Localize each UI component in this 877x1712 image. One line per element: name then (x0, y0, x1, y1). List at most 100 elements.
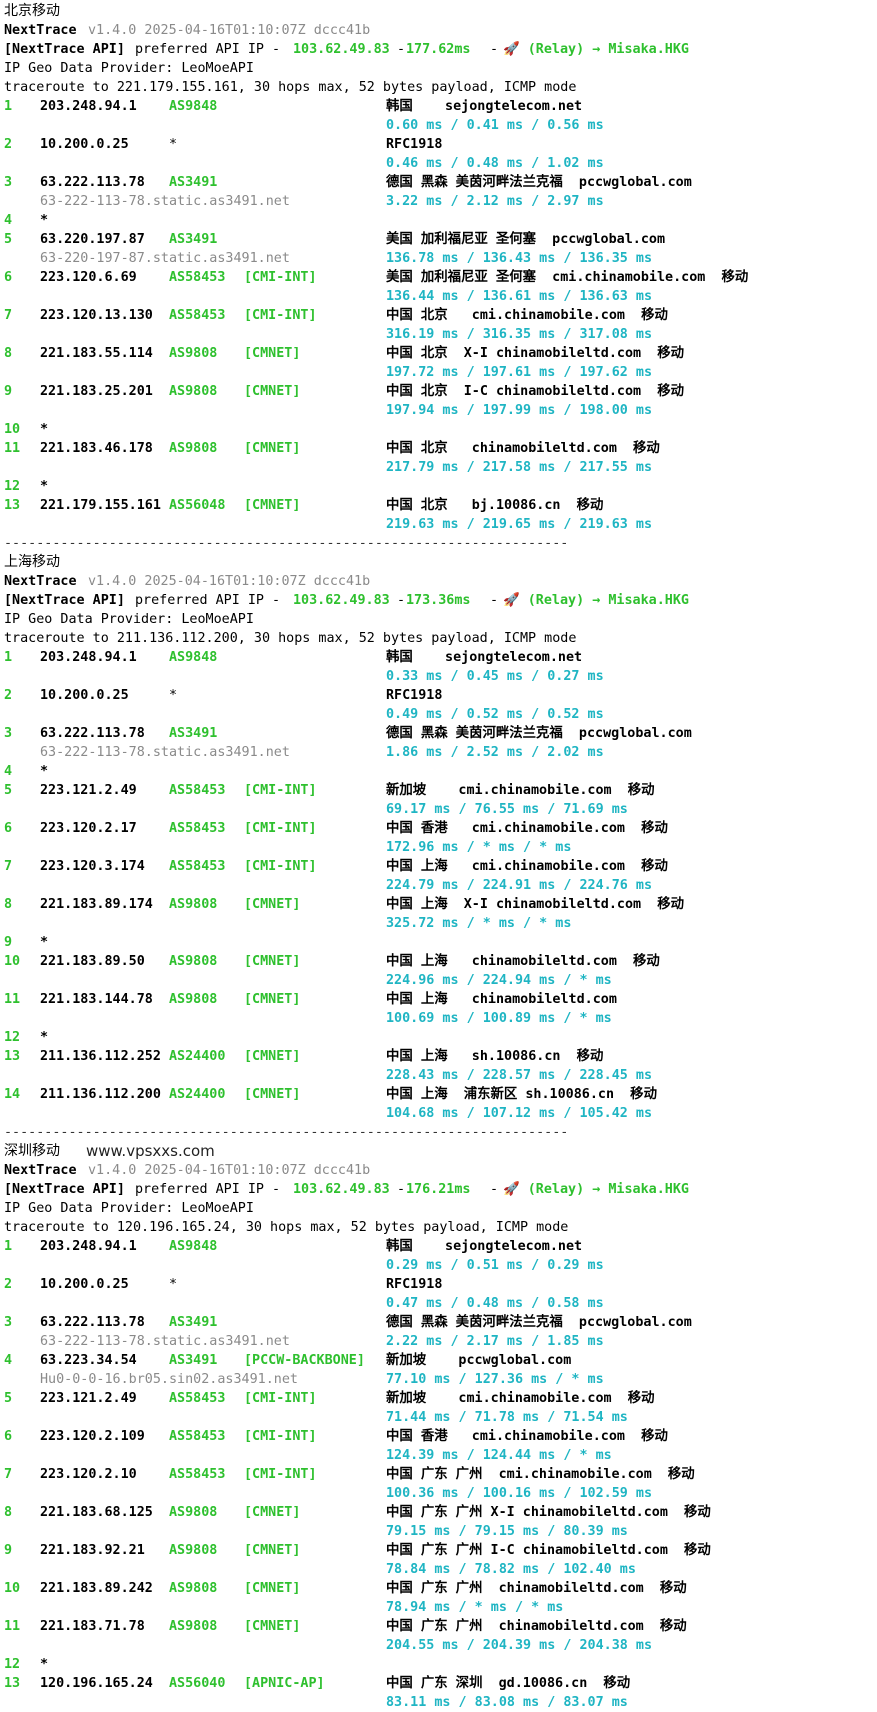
hop-location: 中国 广东 广州 X-I chinamobileltd.com 移动 (386, 1505, 711, 1520)
hop-ip: 203.248.94.1 (40, 99, 137, 114)
hop-detail-row: 197.94 ms / 197.99 ms / 198.00 ms (4, 401, 877, 420)
hop-row: 3 63.222.113.78 AS3491 德国 黑森 美茵河畔法兰克福 pccwg… (4, 173, 877, 192)
hop-detail-row: 63-220-197-87.static.as3491.net 136.78 ms… (4, 249, 877, 268)
hop-number: 13 (4, 1676, 21, 1691)
hop-asn: AS9808 (169, 1581, 218, 1596)
hop-asn: AS9808 (169, 1543, 218, 1558)
hop-asn: AS9808 (169, 897, 218, 912)
hop-ip: 221.179.155.161 (40, 498, 161, 513)
hop-location: 中国 广东 广州 chinamobileltd.com 移动 (386, 1581, 687, 1596)
hop-row: 7 223.120.2.10 AS58453 [CMI-INT] 中国 广东 广州 cm… (4, 1465, 877, 1484)
traceroute-summary: traceroute to 221.179.155.161, 30 hops m… (4, 80, 577, 95)
version-meta: v1.4.0 2025-04-16T01:10:07Z dccc41b (88, 1163, 371, 1178)
hop-detail-row: 219.63 ms / 219.65 ms / 219.63 ms (4, 515, 877, 534)
version-line: NextTrace v1.4.0 2025-04-16T01:10:07Z dcc… (4, 21, 877, 40)
hop-times: 0.46 ms / 0.48 ms / 1.02 ms (386, 156, 604, 171)
hop-row: 13 120.196.165.24 AS56040 [APNIC-AP] 中国 广东 深… (4, 1674, 877, 1693)
hop-times: 78.94 ms / * ms / * ms (386, 1600, 564, 1615)
hop-detail-row: 0.47 ms / 0.48 ms / 0.58 ms (4, 1294, 877, 1313)
hop-location: 中国 广东 广州 cmi.chinamobile.com 移动 (386, 1467, 695, 1482)
hop-number: 1 (4, 650, 13, 665)
geo-provider: IP Geo Data Provider: LeoMoeAPI (4, 1201, 254, 1216)
hop-asn: AS3491 (169, 1315, 218, 1330)
hop-tag: [CMNET] (244, 1049, 301, 1064)
hop-asn: AS3491 (169, 175, 218, 190)
hop-detail-row: 100.36 ms / 100.16 ms / 102.59 ms (4, 1484, 877, 1503)
hop-ip: * (40, 935, 49, 950)
api-relay: 🚀 (Relay) → Misaka.HKG (503, 593, 689, 608)
api-relay: 🚀 (Relay) → Misaka.HKG (503, 42, 689, 57)
hop-detail-row: 224.79 ms / 224.91 ms / 224.76 ms (4, 876, 877, 895)
hop-row: 1 203.248.94.1 AS9848 韩国 sejongtelecom.net (4, 1237, 877, 1256)
hop-ip: * (40, 1657, 49, 1672)
hop-times: 224.79 ms / 224.91 ms / 224.76 ms (386, 878, 653, 893)
hop-detail-row: 0.49 ms / 0.52 ms / 0.52 ms (4, 705, 877, 724)
hop-asn: AS9808 (169, 384, 218, 399)
hop-location: RFC1918 (386, 137, 443, 152)
hop-number: 10 (4, 1581, 21, 1596)
hop-ip: 63.222.113.78 (40, 726, 145, 741)
hop-detail-row: 69.17 ms / 76.55 ms / 71.69 ms (4, 800, 877, 819)
hop-ip: 211.136.112.252 (40, 1049, 161, 1064)
hop-tag: [CMNET] (244, 1505, 301, 1520)
hop-times: 3.22 ms / 2.12 ms / 2.97 ms (386, 194, 604, 209)
hop-row: 12 * (4, 1028, 877, 1047)
separator-line: ----------------------------------------… (4, 1123, 877, 1142)
hop-number: 6 (4, 821, 13, 836)
hop-location: 中国 上海 cmi.chinamobile.com 移动 (386, 859, 668, 874)
hop-tag: [CMNET] (244, 346, 301, 361)
hop-rdns: 63-222-113-78.static.as3491.net (40, 1334, 290, 1349)
hop-ip: 10.200.0.25 (40, 1277, 129, 1292)
hop-detail-row: 63-222-113-78.static.as3491.net 2.22 ms /… (4, 1332, 877, 1351)
hop-location: 中国 香港 cmi.chinamobile.com 移动 (386, 821, 668, 836)
hop-asn: AS56040 (169, 1676, 226, 1691)
hop-location: 中国 北京 X-I chinamobileltd.com 移动 (386, 346, 685, 361)
hop-ip: 223.120.2.17 (40, 821, 137, 836)
hop-number: 12 (4, 479, 21, 494)
hop-ip: 63.222.113.78 (40, 175, 145, 190)
hop-number: 1 (4, 1239, 13, 1254)
hop-times: 316.19 ms / 316.35 ms / 317.08 ms (386, 327, 653, 342)
hop-asn: * (169, 688, 178, 703)
hop-row: 3 63.222.113.78 AS3491 德国 黑森 美茵河畔法兰克福 pccwg… (4, 1313, 877, 1332)
hop-detail-row: 325.72 ms / * ms / * ms (4, 914, 877, 933)
hop-tag: [CMNET] (244, 1619, 301, 1634)
api-line: [NextTrace API] preferred API IP - 103.62… (4, 40, 877, 59)
hop-row: 5 63.220.197.87 AS3491 美国 加利福尼亚 圣何塞 pccwglo… (4, 230, 877, 249)
hop-asn: AS3491 (169, 1353, 218, 1368)
hop-times: 100.69 ms / 100.89 ms / * ms (386, 1011, 612, 1026)
hop-times: 197.72 ms / 197.61 ms / 197.62 ms (386, 365, 653, 380)
hop-asn: AS9808 (169, 954, 218, 969)
hop-location: 韩国 sejongtelecom.net (386, 99, 583, 114)
hop-location: 中国 上海 浦东新区 sh.10086.cn 移动 (386, 1087, 657, 1102)
hop-tag: [CMI-INT] (244, 859, 317, 874)
version-line: NextTrace v1.4.0 2025-04-16T01:10:07Z dcc… (4, 572, 877, 591)
hop-row: 12 * (4, 1655, 877, 1674)
hop-tag: [CMNET] (244, 1543, 301, 1558)
hop-row: 2 10.200.0.25 * RFC1918 (4, 686, 877, 705)
hop-location: 韩国 sejongtelecom.net (386, 650, 583, 665)
hop-location: 新加坡 pccwglobal.com (386, 1353, 572, 1368)
hop-ip: 223.120.6.69 (40, 270, 137, 285)
hop-row: 6 223.120.2.109 AS58453 [CMI-INT] 中国 香港 cmi.… (4, 1427, 877, 1446)
hop-row: 10 221.183.89.50 AS9808 [CMNET] 中国 上海 chinam… (4, 952, 877, 971)
hop-detail-row: 63-222-113-78.static.as3491.net 3.22 ms /… (4, 192, 877, 211)
hop-row: 9 221.183.25.201 AS9808 [CMNET] 中国 北京 I-C ch… (4, 382, 877, 401)
hop-row: 5 223.121.2.49 AS58453 [CMI-INT] 新加坡 cmi.chi… (4, 1389, 877, 1408)
hop-tag: [CMI-INT] (244, 821, 317, 836)
hop-times: 71.44 ms / 71.78 ms / 71.54 ms (386, 1410, 628, 1425)
hop-asn: AS9808 (169, 441, 218, 456)
terminal-output: 北京移动 NextTrace v1.4.0 2025-04-16T01:10:07Z… (0, 0, 877, 1710)
hop-ip: * (40, 1030, 49, 1045)
traceroute-line: traceroute to 120.196.165.24, 30 hops ma… (4, 1218, 877, 1237)
hop-ip: 203.248.94.1 (40, 650, 137, 665)
hop-asn: AS9848 (169, 1239, 218, 1254)
hop-number: 2 (4, 137, 13, 152)
hop-times: 136.44 ms / 136.61 ms / 136.63 ms (386, 289, 653, 304)
hop-tag: [CMI-INT] (244, 1391, 317, 1406)
hop-asn: AS56048 (169, 498, 226, 513)
geo-provider-line: IP Geo Data Provider: LeoMoeAPI (4, 1199, 877, 1218)
hop-asn: AS9808 (169, 1619, 218, 1634)
section-title: 北京移动 (4, 3, 60, 19)
hop-detail-row: 228.43 ms / 228.57 ms / 228.45 ms (4, 1066, 877, 1085)
